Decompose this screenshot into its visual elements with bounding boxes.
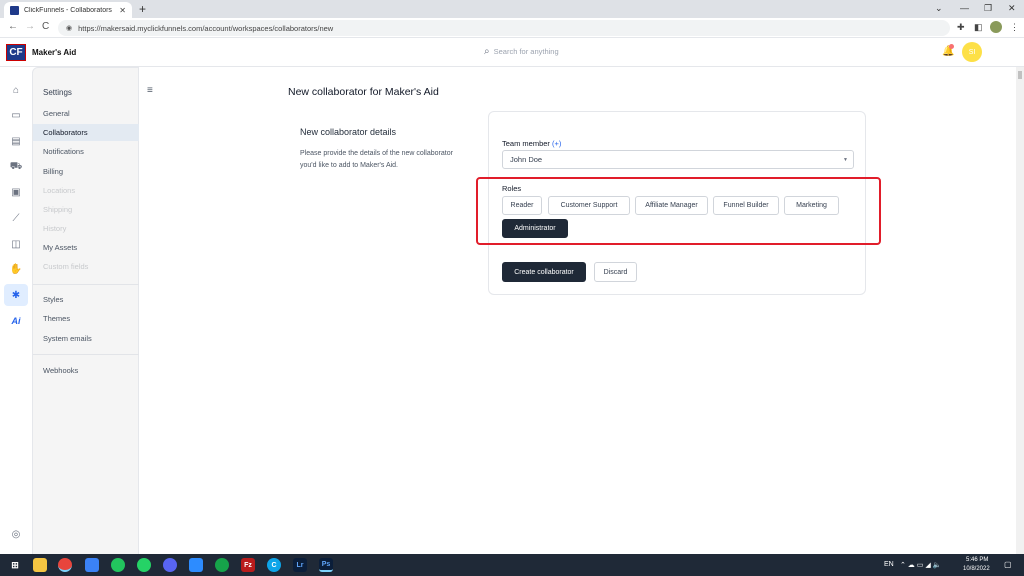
new-tab-button[interactable]: + (139, 2, 146, 16)
browser-tab-bar: ClickFunnels - Collaborators ✕ + ⌄ — ❐ ✕ (0, 0, 1024, 18)
team-member-label: Team member (+) (502, 139, 561, 148)
discord-icon[interactable] (163, 558, 177, 572)
discard-button[interactable]: Discard (594, 262, 637, 282)
whatsapp-icon[interactable] (137, 558, 151, 572)
close-window-button[interactable]: ✕ (1008, 3, 1016, 14)
spotify-icon[interactable] (111, 558, 125, 572)
windows-start-icon[interactable]: ⊞ (8, 558, 22, 572)
section-title: New collaborator details (300, 127, 397, 137)
sidebar-item-themes[interactable]: Themes (33, 310, 139, 327)
url-field[interactable]: ◉ https://makersaid.myclickfunnels.com/a… (58, 20, 950, 36)
trend-icon[interactable]: ⟋ (9, 211, 23, 225)
sidebar-item-billing[interactable]: Billing (33, 163, 139, 180)
sidebar-item-webhooks[interactable]: Webhooks (33, 362, 139, 379)
app-icon[interactable] (85, 558, 99, 572)
sidebar-item-system-emails[interactable]: System emails (33, 330, 139, 347)
section-description: Please provide the details of the new co… (300, 150, 453, 169)
extensions-icon[interactable]: ✚ (957, 22, 965, 33)
gear-icon[interactable]: ✱ (4, 284, 28, 306)
calendar-icon[interactable]: ▭ (9, 108, 23, 122)
sidebar-divider (33, 284, 139, 285)
favicon-icon (10, 5, 19, 15)
language-indicator[interactable]: EN (884, 561, 894, 568)
roles-highlight-annotation (476, 177, 881, 245)
browser-profile-avatar[interactable] (990, 21, 1002, 33)
app-icon[interactable]: C (267, 558, 281, 572)
minimize-button[interactable]: — (960, 3, 969, 13)
sidebar-item-notifications[interactable]: Notifications (33, 143, 139, 160)
ai-icon[interactable]: Ai (9, 314, 23, 328)
global-search[interactable]: ⌕ Search for anything (484, 46, 559, 57)
clock-date[interactable]: 10/8/2022 (963, 566, 990, 572)
scrollbar-thumb[interactable] (1018, 71, 1022, 79)
sidebar-item-locations: Locations (43, 186, 76, 195)
create-collaborator-button[interactable]: Create collaborator (502, 262, 586, 282)
team-member-label-text: Team member (502, 139, 550, 148)
system-tray-icons[interactable]: ⌃ ☁ ▭ ◢ 🔈 (900, 561, 941, 569)
tab-title: ClickFunnels - Collaborators (24, 6, 112, 14)
page-scrollbar[interactable] (1016, 67, 1024, 554)
team-member-value: John Doe (510, 155, 543, 164)
os-taskbar: ⊞ Fz C Lr Ps EN ⌃ ☁ ▭ ◢ 🔈 5:46 PM 10/8/2… (0, 554, 1024, 576)
sidebar-item-general[interactable]: General (33, 105, 139, 122)
bell-icon[interactable]: 🔔 (942, 44, 954, 57)
search-icon: ⌕ (484, 46, 490, 57)
workspace-name[interactable]: Maker's Aid (32, 48, 76, 57)
browser-tab[interactable]: ClickFunnels - Collaborators ✕ (4, 2, 132, 18)
sidebar-item-custom-fields: Custom fields (43, 262, 89, 271)
sidebar-item-shipping: Shipping (43, 205, 73, 214)
side-panel-icon[interactable]: ◧ (974, 22, 983, 33)
lock-icon[interactable]: ◉ (66, 24, 72, 32)
page-title: New collaborator for Maker's Aid (288, 86, 439, 98)
dropdown-caret-icon: ▼ (843, 157, 848, 163)
tab-search-icon[interactable]: ⌄ (935, 3, 943, 14)
help-icon[interactable]: ◎ (0, 529, 32, 540)
sidebar-item-my-assets[interactable]: My Assets (33, 239, 139, 256)
app-header: CF Maker's Aid ⌕ Search for anything 🔔 S… (0, 38, 1024, 67)
file-explorer-icon[interactable] (33, 558, 47, 572)
cart-icon[interactable]: ⛟ (9, 160, 23, 174)
photoshop-icon[interactable]: Ps (319, 558, 333, 572)
icon-rail: ⌂ ▭ ▤ ⛟ ▣ ⟋ ◫ ✋ ✱ Ai ◎ (0, 67, 32, 554)
tab-close-icon[interactable]: ✕ (119, 6, 126, 15)
url-text: https://makersaid.myclickfunnels.com/acc… (78, 23, 334, 33)
notification-dot (949, 44, 954, 49)
hand-icon[interactable]: ✋ (9, 262, 23, 276)
search-placeholder: Search for anything (493, 47, 559, 56)
sidebar-item-styles[interactable]: Styles (33, 291, 139, 308)
sidebar-item-collaborators[interactable]: Collaborators (33, 124, 139, 141)
forward-button[interactable]: → (25, 21, 35, 32)
zoom-icon[interactable] (189, 558, 203, 572)
chart-box-icon[interactable]: ▣ (9, 185, 23, 199)
hamburger-menu-icon[interactable]: ≡ (147, 85, 153, 96)
maximize-button[interactable]: ❐ (984, 3, 992, 14)
sidebar-title: Settings (43, 88, 72, 97)
clock-time[interactable]: 5:46 PM (966, 557, 988, 563)
team-member-select[interactable]: John Doe ▼ (502, 150, 854, 169)
sidebar-divider (33, 354, 139, 355)
chrome-icon[interactable] (58, 558, 72, 572)
payments-icon[interactable]: ◫ (9, 237, 23, 251)
notification-center-icon[interactable]: ▢ (1004, 560, 1012, 569)
browser-menu-icon[interactable]: ⋮ (1010, 22, 1019, 33)
app-icon[interactable] (215, 558, 229, 572)
reload-button[interactable]: C (42, 21, 49, 32)
filezilla-icon[interactable]: Fz (241, 558, 255, 572)
settings-sidebar: Settings General Collaborators Notificat… (32, 67, 139, 554)
lightroom-icon[interactable]: Lr (293, 558, 307, 572)
add-team-member-link[interactable]: (+) (552, 139, 561, 148)
back-button[interactable]: ← (8, 21, 18, 32)
home-icon[interactable]: ⌂ (9, 83, 23, 97)
shop-icon[interactable]: ▤ (9, 134, 23, 148)
clickfunnels-logo[interactable]: CF (6, 44, 26, 61)
user-avatar[interactable]: SI (962, 42, 982, 62)
browser-address-bar: ← → C ◉ https://makersaid.myclickfunnels… (0, 18, 1024, 38)
sidebar-item-history: History (43, 224, 67, 233)
